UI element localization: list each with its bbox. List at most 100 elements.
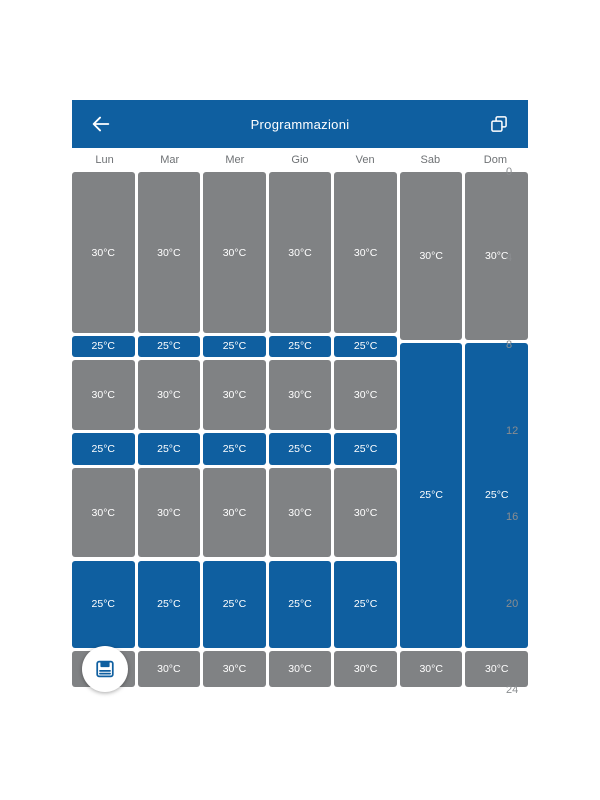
schedule-segment[interactable]: 25°C <box>203 336 266 357</box>
schedule-segment[interactable]: 25°C <box>137 336 201 357</box>
schedule-segment[interactable]: 25°C <box>72 336 135 357</box>
schedule-segment[interactable]: 30°C <box>334 359 397 431</box>
segment-temperature-label: 25°C <box>222 442 247 455</box>
schedule-segment[interactable]: 25°C <box>268 433 332 465</box>
segment-temperature-label: 25°C <box>353 442 378 455</box>
schedule-segment[interactable]: 30°C <box>72 172 135 334</box>
schedule-segment[interactable]: 25°C <box>334 336 397 357</box>
save-icon <box>94 658 116 680</box>
schedule-segment[interactable]: 25°C <box>203 433 266 465</box>
segment-temperature-label: 25°C <box>91 442 116 455</box>
segment-temperature-label: 25°C <box>353 340 378 353</box>
hour-tick-4: 4 <box>506 252 513 265</box>
schedule-segment[interactable]: 30°C <box>72 359 135 431</box>
schedule-segment[interactable]: 30°C <box>137 467 201 558</box>
day-header-dom: Dom <box>483 154 508 166</box>
segment-temperature-label: 25°C <box>91 340 116 353</box>
segment-temperature-label: 25°C <box>157 340 181 353</box>
schedule-segment[interactable]: 25°C <box>203 560 266 649</box>
schedule-segment[interactable]: 30°C <box>203 467 266 558</box>
schedule-segment[interactable]: 30°C <box>334 172 397 334</box>
segment-temperature-label: 25°C <box>353 598 378 611</box>
schedule-segment[interactable]: 30°C <box>399 172 463 340</box>
schedule-segment[interactable]: 25°C <box>399 342 463 649</box>
schedule-segment[interactable]: 30°C <box>268 651 332 687</box>
schedule-segment[interactable]: 25°C <box>334 560 397 649</box>
segment-temperature-label: 30°C <box>288 663 312 676</box>
segment-temperature-label: 30°C <box>419 663 443 676</box>
day-header-ven: Ven <box>355 154 375 166</box>
copy-schedule-button[interactable] <box>484 109 514 139</box>
schedule-grid[interactable]: 30°C25°C30°C25°C30°C25°C30°C30°C25°C30°C… <box>72 172 529 690</box>
segment-temperature-label: 30°C <box>157 246 181 259</box>
schedule-segment[interactable]: 30°C <box>268 467 332 558</box>
day-header-lun: Lun <box>95 154 114 166</box>
schedule-segment[interactable]: 30°C <box>72 467 135 558</box>
segment-temperature-label: 30°C <box>91 388 116 401</box>
schedule-segment[interactable]: 30°C <box>268 172 332 334</box>
segment-temperature-label: 30°C <box>419 249 443 262</box>
day-column-ven[interactable]: 30°C 25°C 30°C 25°C 30°C 25°C 30°C <box>334 172 397 690</box>
schedule-segment[interactable]: 25°C <box>137 560 201 649</box>
schedule-segment[interactable]: 30°C <box>137 651 201 687</box>
segment-temperature-label: 25°C <box>288 442 312 455</box>
hour-tick-12: 12 <box>506 425 519 437</box>
segment-temperature-label: 30°C <box>222 506 247 519</box>
day-column-lun[interactable]: 30°C25°C30°C25°C30°C25°C30°C <box>72 172 135 690</box>
schedule-segment[interactable]: 30°C <box>203 172 266 334</box>
schedule-segment[interactable]: 30°C <box>268 359 332 431</box>
arrow-left-icon <box>90 113 112 135</box>
schedule-segment[interactable]: 30°C <box>203 651 266 687</box>
hour-axis: 0 4 8 12 16 20 24 <box>500 166 540 696</box>
segment-temperature-label: 25°C <box>419 489 443 502</box>
segment-temperature-label: 30°C <box>157 663 181 676</box>
schedule-segment[interactable]: 25°C <box>334 433 397 465</box>
segment-temperature-label: 30°C <box>222 663 247 676</box>
hour-tick-20: 20 <box>506 597 519 610</box>
segment-temperature-label: 30°C <box>91 506 116 519</box>
segment-temperature-label: 30°C <box>222 388 247 401</box>
segment-temperature-label: 30°C <box>91 246 116 259</box>
day-header-gio: Gio <box>291 154 309 166</box>
segment-temperature-label: 30°C <box>157 506 181 519</box>
segment-temperature-label: 30°C <box>353 388 378 401</box>
hour-tick-24: 24 <box>506 684 519 696</box>
segment-temperature-label: 25°C <box>222 340 247 353</box>
segment-temperature-label: 25°C <box>288 598 312 611</box>
day-header-mar: Mar <box>160 154 180 166</box>
app-bar: Programmazioni <box>72 100 528 148</box>
segment-temperature-label: 25°C <box>288 340 312 353</box>
schedule-segment[interactable]: 30°C <box>399 651 463 687</box>
segment-temperature-label: 30°C <box>353 506 378 519</box>
schedule-segment[interactable]: 30°C <box>334 651 397 687</box>
schedule-segment[interactable]: 25°C <box>72 433 135 465</box>
save-button[interactable] <box>82 646 128 692</box>
day-header-sab: Sab <box>420 154 441 166</box>
schedule-segment[interactable]: 25°C <box>268 560 332 649</box>
back-button[interactable] <box>86 109 116 139</box>
schedule-segment[interactable]: 30°C <box>137 359 201 431</box>
segment-temperature-label: 30°C <box>157 388 181 401</box>
schedule-segment[interactable]: 30°C <box>137 172 201 334</box>
schedule-segment[interactable]: 30°C <box>203 359 266 431</box>
schedule-segment[interactable]: 25°C <box>72 560 135 649</box>
segment-temperature-label: 25°C <box>157 442 181 455</box>
day-column-sab[interactable]: 30°C 25°C 30°C <box>399 172 463 690</box>
segment-temperature-label: 30°C <box>288 388 312 401</box>
copy-icon <box>489 114 509 134</box>
day-header-mer: Mer <box>225 154 245 166</box>
schedule-segment[interactable]: 30°C <box>334 467 397 558</box>
schedule-segment[interactable]: 25°C <box>137 433 201 465</box>
segment-temperature-label: 30°C <box>288 506 312 519</box>
segment-temperature-label: 25°C <box>91 598 116 611</box>
day-column-mer[interactable]: 30°C 25°C 30°C 25°C 30°C 25°C 30°C <box>203 172 266 690</box>
segment-temperature-label: 30°C <box>353 663 378 676</box>
day-column-gio[interactable]: 30°C 25°C 30°C 25°C 30°C 25°C 30°C <box>268 172 332 690</box>
segment-temperature-label: 30°C <box>222 246 247 259</box>
hour-tick-8: 8 <box>506 338 513 351</box>
segment-temperature-label: 25°C <box>222 598 247 611</box>
hour-tick-16: 16 <box>506 511 519 524</box>
schedule-segment[interactable]: 25°C <box>268 336 332 357</box>
page-title: Programmazioni <box>250 116 350 132</box>
day-column-mar[interactable]: 30°C 25°C 30°C 25°C 30°C 25°C 30°C <box>137 172 201 690</box>
